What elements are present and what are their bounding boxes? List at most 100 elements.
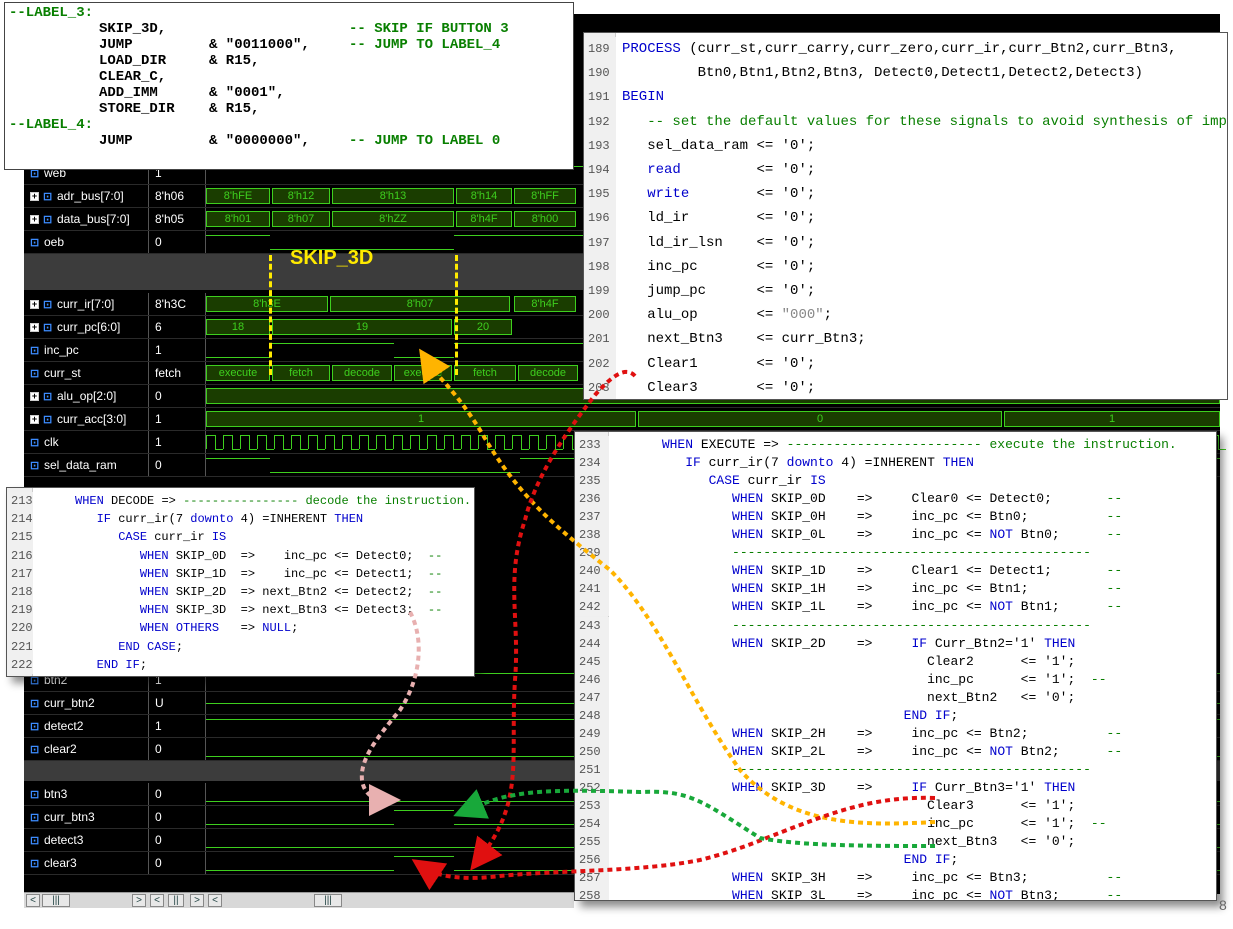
signal-value: 8'h06 [148, 185, 206, 207]
signal-name[interactable]: ⊡ oeb [24, 231, 148, 253]
clock-edge [512, 435, 513, 449]
code-line: WHEN SKIP_3H => inc_pc <= Btn3; -- [732, 870, 1123, 886]
scroll-thumb[interactable]: ||| [42, 894, 70, 907]
signal-icon: ⊡ [30, 697, 40, 710]
clock-edge [453, 435, 454, 449]
clock-edge [206, 435, 207, 449]
signal-value: 1 [148, 408, 206, 430]
signal-name[interactable]: ⊡ clk [24, 431, 148, 453]
line-number: 214 [7, 510, 33, 529]
signal-value: 8'h05 [148, 208, 206, 230]
line-number: 256 [575, 851, 609, 870]
time-marker[interactable] [455, 255, 458, 375]
scroll-left-button-3[interactable]: < [208, 894, 222, 907]
scroll-right-button-2[interactable]: > [190, 894, 204, 907]
signal-name[interactable]: ⊡ curr_btn2 [24, 692, 148, 714]
signal-value: 0 [148, 852, 206, 874]
clock-low [470, 449, 478, 450]
signal-name[interactable]: ⊡ curr_st [24, 362, 148, 384]
clock-high [206, 435, 215, 436]
scroll-left-button-2[interactable]: < [150, 894, 164, 907]
bus-segment: 8'h14 [456, 188, 512, 204]
signal-name[interactable]: ⊡ clear3 [24, 852, 148, 874]
time-marker[interactable] [269, 255, 272, 375]
line-number: 236 [575, 490, 609, 509]
signal-name[interactable]: ⊡ clear2 [24, 738, 148, 760]
asm-line: JUMP & "0011000", -- JUMP TO LABEL_4 [9, 37, 573, 53]
line-number: 201 [584, 327, 616, 352]
waveform-scrollbar[interactable]: < ||| > < || > < ||| [24, 892, 574, 908]
signal-name[interactable]: + ⊡ curr_ir[7:0] [24, 293, 148, 315]
clock-edge [555, 435, 556, 449]
line-number: 237 [575, 508, 609, 527]
signal-level [394, 810, 454, 811]
bus-segment: 0 [638, 411, 1002, 427]
bus-segment: 8'h13 [332, 188, 454, 204]
code-line: WHEN SKIP_1L => inc_pc <= NOT Btn1; -- [732, 599, 1123, 615]
clock-edge [470, 435, 471, 449]
line-number: 222 [7, 655, 33, 674]
signal-icon: ⊡ [43, 390, 53, 403]
bus-segment: execute [206, 365, 270, 381]
bus-segment: 8'h07 [272, 211, 330, 227]
expand-icon[interactable]: + [30, 415, 39, 425]
bus-segment: execute [394, 365, 452, 381]
bus-segment: 8'h12 [272, 188, 330, 204]
signal-name[interactable]: + ⊡ alu_op[2:0] [24, 385, 148, 407]
signal-name[interactable]: + ⊡ curr_pc[6:0] [24, 316, 148, 338]
clock-edge [487, 435, 488, 449]
code-line: sel_data_ram <= '0'; [647, 137, 816, 154]
signal-value: U [148, 692, 206, 714]
line-number: 247 [575, 688, 609, 707]
clock-edge [436, 435, 437, 449]
code-line: WHEN SKIP_3L => inc_pc <= NOT Btn3; -- [732, 888, 1123, 901]
expand-icon[interactable]: + [30, 323, 39, 333]
line-number: 198 [584, 254, 616, 279]
signal-name[interactable]: ⊡ sel_data_ram [24, 454, 148, 476]
bus-segment: 8'h4F [514, 296, 576, 312]
bus-segment: 19 [272, 319, 452, 335]
clock-low [385, 449, 393, 450]
line-number: 248 [575, 706, 609, 725]
signal-level [270, 343, 394, 344]
scroll-thumb-3[interactable]: ||| [314, 894, 342, 907]
scroll-left-button[interactable]: < [26, 894, 40, 907]
signal-name[interactable]: ⊡ detect3 [24, 829, 148, 851]
expand-icon[interactable]: + [30, 300, 39, 310]
expand-icon[interactable]: + [30, 215, 39, 225]
signal-name-label: sel_data_ram [44, 458, 117, 472]
scroll-thumb-2[interactable]: || [168, 894, 184, 907]
signal-icon: ⊡ [30, 236, 40, 249]
line-number: 195 [584, 182, 616, 207]
signal-name[interactable]: + ⊡ curr_acc[3:0] [24, 408, 148, 430]
signal-name[interactable]: ⊡ btn3 [24, 783, 148, 805]
line-number: 219 [7, 601, 33, 620]
signal-icon: ⊡ [30, 720, 40, 733]
expand-icon[interactable]: + [30, 392, 39, 402]
code-line: WHEN SKIP_2L => inc_pc <= NOT Btn2; -- [732, 743, 1123, 759]
clock-edge [402, 435, 403, 449]
code-line: inc_pc <= '1'; -- [927, 671, 1107, 687]
signal-icon: ⊡ [30, 743, 40, 756]
signal-name-label: curr_pc[6:0] [57, 320, 121, 334]
clock-high [342, 435, 351, 436]
code-line: WHEN OTHERS => NULL; [139, 621, 299, 636]
expand-icon[interactable]: + [30, 192, 39, 202]
line-number: 234 [575, 454, 609, 473]
signal-name[interactable]: + ⊡ adr_bus[7:0] [24, 185, 148, 207]
line-number: 233 [575, 436, 609, 455]
line-number: 235 [575, 472, 609, 491]
signal-name[interactable]: ⊡ detect2 [24, 715, 148, 737]
signal-icon: ⊡ [43, 190, 53, 203]
signal-name[interactable]: + ⊡ data_bus[7:0] [24, 208, 148, 230]
signal-name[interactable]: ⊡ inc_pc [24, 339, 148, 361]
code-line: WHEN SKIP_3D => IF Curr_Btn3='1' THEN [732, 779, 1076, 795]
signal-trace: 101 [206, 408, 1220, 430]
signal-value: 1 [148, 715, 206, 737]
scroll-right-button[interactable]: > [132, 894, 146, 907]
line-number: 241 [575, 580, 609, 599]
signal-level [206, 870, 394, 871]
clock-low [453, 449, 461, 450]
signal-name[interactable]: ⊡ curr_btn3 [24, 806, 148, 828]
line-number: 202 [584, 351, 616, 376]
